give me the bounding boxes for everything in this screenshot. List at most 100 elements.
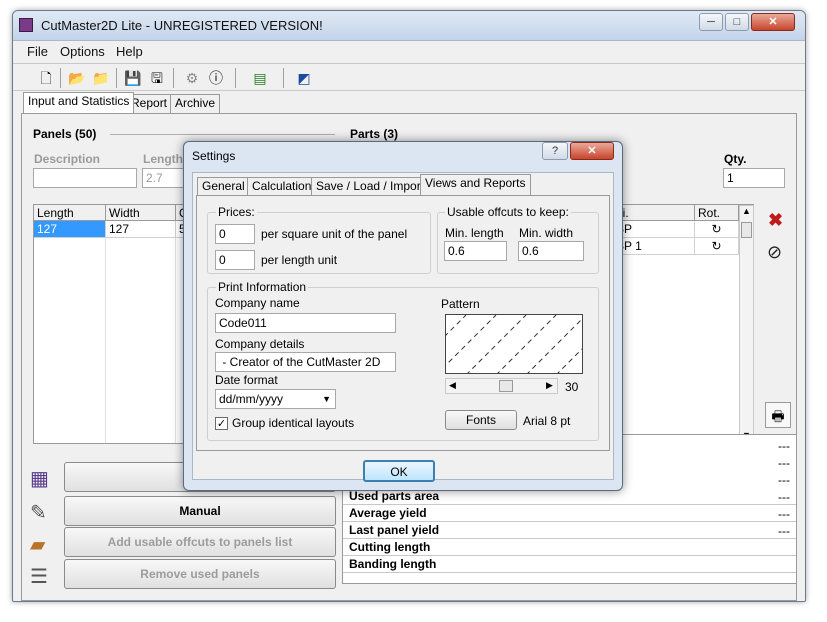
clear-parts-icon[interactable]: ⊘ <box>767 242 782 263</box>
menu-options[interactable]: Options <box>60 44 105 59</box>
group-layouts-label: Group identical layouts <box>232 416 355 430</box>
toolbar-separator <box>283 68 284 88</box>
panels-grid[interactable]: Length Width Q 127 127 5 <box>33 204 194 444</box>
print-info-title: Print Information <box>216 280 309 294</box>
parts-grid-scrollbar[interactable]: ▲ ▼ <box>739 205 754 443</box>
company-details-input[interactable]: - Creator of the CutMaster 2D <box>215 352 396 372</box>
dialog-tab-save-load-import[interactable]: Save / Load / Import <box>311 177 430 196</box>
company-details-label: Company details <box>215 337 305 351</box>
prices-title: Prices: <box>216 205 257 219</box>
calculator-icon: ▦ <box>30 468 49 490</box>
cut-layout-icon[interactable]: ◩ <box>293 67 315 89</box>
remove-used-panels-button[interactable]: Remove used panels <box>64 559 336 589</box>
parts-grid[interactable]: ni. Rot. SP ↻ SP 1 ↻ ▲ ▼ <box>612 204 754 444</box>
fonts-button[interactable]: Fonts <box>445 410 517 430</box>
menu-bar: File Options Help <box>13 42 805 62</box>
chevron-down-icon: ▼ <box>322 394 331 404</box>
save-icon[interactable]: 💾 <box>122 67 144 89</box>
new-file-icon[interactable]: 🗋 <box>35 67 57 89</box>
dialog-close-button[interactable]: ✕ <box>570 142 614 160</box>
pencil-icon: ✎ <box>30 502 47 524</box>
toolbar-separator <box>235 68 236 88</box>
parts-cell-rotation[interactable]: ↻ <box>695 221 739 238</box>
company-name-label: Company name <box>215 296 300 310</box>
grid-header-width[interactable]: Width <box>106 205 176 221</box>
min-length-label: Min. length <box>445 226 504 240</box>
grid-header-rotation[interactable]: Rot. <box>695 205 739 221</box>
parts-cell-rotation[interactable]: ↻ <box>695 238 739 255</box>
parts-qty-input[interactable]: 1 <box>723 168 785 188</box>
date-format-label: Date format <box>215 373 278 387</box>
calculate-icon[interactable]: ⚙ <box>181 67 203 89</box>
dialog-tab-general[interactable]: General <box>197 177 250 196</box>
minimize-button[interactable]: ─ <box>699 13 723 31</box>
title-bar[interactable]: CutMaster2D Lite - UNREGISTERED VERSION!… <box>13 11 805 41</box>
stat-last-panel-yield: Last panel yield <box>343 522 796 539</box>
parts-cell-name[interactable]: SP 1 <box>613 238 695 255</box>
scroll-thumb[interactable] <box>741 222 752 238</box>
open-folder-icon[interactable]: 📂 <box>66 67 88 89</box>
parts-qty-label: Qty. <box>724 152 747 166</box>
parts-title: Parts (3) <box>350 127 399 141</box>
min-width-input[interactable]: 0.6 <box>518 241 584 261</box>
save-as-icon[interactable]: 🖫 <box>146 67 168 89</box>
panels-description-input[interactable] <box>33 168 137 188</box>
close-button[interactable]: ✕ <box>751 13 795 31</box>
dialog-tab-content: Prices: 0 per square unit of the panel 0… <box>196 195 610 451</box>
price-area-input[interactable]: 0 <box>215 224 255 244</box>
add-offcuts-button[interactable]: Add usable offcuts to panels list <box>64 527 336 557</box>
pattern-preview <box>445 314 583 374</box>
export-icon[interactable]: ▤ <box>249 67 271 89</box>
tab-input-statistics[interactable]: Input and Statistics <box>23 92 135 113</box>
maximize-button[interactable]: □ <box>725 13 749 31</box>
menu-file[interactable]: File <box>27 44 48 59</box>
dialog-tab-calculation[interactable]: Calculation <box>247 177 317 196</box>
date-format-select[interactable]: dd/mm/yyyy ▼ <box>215 389 336 409</box>
price-area-label: per square unit of the panel <box>261 227 408 241</box>
stat-average-yield: Average yield <box>343 505 796 522</box>
hatch-pattern-icon <box>446 315 582 373</box>
panels-cell-width[interactable]: 127 <box>106 221 176 238</box>
date-format-value: dd/mm/yyyy <box>219 392 284 406</box>
slider-left-icon[interactable]: ◀ <box>449 380 456 391</box>
slider-thumb[interactable] <box>499 380 513 392</box>
grid-header-name[interactable]: ni. <box>613 205 695 221</box>
min-length-input[interactable]: 0.6 <box>444 241 507 261</box>
dialog-title: Settings <box>192 149 236 163</box>
font-value: Arial 8 pt <box>523 414 571 428</box>
manual-button[interactable]: Manual <box>64 496 336 526</box>
pattern-slider[interactable]: ◀ ▶ <box>445 378 558 394</box>
stat-value: --- <box>778 473 790 487</box>
ok-button[interactable]: OK <box>363 460 435 482</box>
group-layouts-checkbox[interactable]: ✓ <box>215 417 228 430</box>
slider-right-icon[interactable]: ▶ <box>546 380 553 391</box>
import-folder-icon[interactable]: 📁 <box>90 67 112 89</box>
pattern-value: 30 <box>565 380 579 394</box>
grid-header-length[interactable]: Length <box>34 205 106 221</box>
panels-description-label: Description <box>34 152 101 166</box>
window-title: CutMaster2D Lite - UNREGISTERED VERSION! <box>41 18 323 33</box>
price-length-input[interactable]: 0 <box>215 250 255 270</box>
menu-help[interactable]: Help <box>116 44 143 59</box>
delete-part-icon[interactable]: ✖ <box>768 210 783 231</box>
dialog-help-button[interactable]: ? <box>542 142 568 160</box>
parts-cell-name[interactable]: SP <box>613 221 695 238</box>
panels-title: Panels (50) <box>33 127 97 141</box>
print-icon[interactable]: 🖶 <box>765 402 791 428</box>
panels-divider <box>110 134 335 135</box>
stat-value: --- <box>778 456 790 470</box>
dialog-body: General Calculation Save / Load / Import… <box>192 172 614 482</box>
panels-grid-column-line <box>175 238 176 443</box>
toolbar-separator <box>60 68 61 88</box>
scroll-up-icon[interactable]: ▲ <box>742 206 751 216</box>
stat-value: --- <box>778 524 790 538</box>
tab-archive[interactable]: Archive <box>170 94 221 113</box>
toolbar: 🗋 📂 📁 💾 🖫 ⚙ ⓘ ▤ ◩ <box>13 63 805 91</box>
company-name-input[interactable]: Code011 <box>215 313 396 333</box>
panels-cell-length[interactable]: 127 <box>34 221 106 238</box>
stat-banding-length: Banding length <box>343 556 796 573</box>
info-icon[interactable]: ⓘ <box>205 67 227 89</box>
toolbar-separator <box>116 68 117 88</box>
dialog-tab-views-reports[interactable]: Views and Reports <box>420 174 531 195</box>
panels-list-icon: ☰ <box>30 566 48 588</box>
